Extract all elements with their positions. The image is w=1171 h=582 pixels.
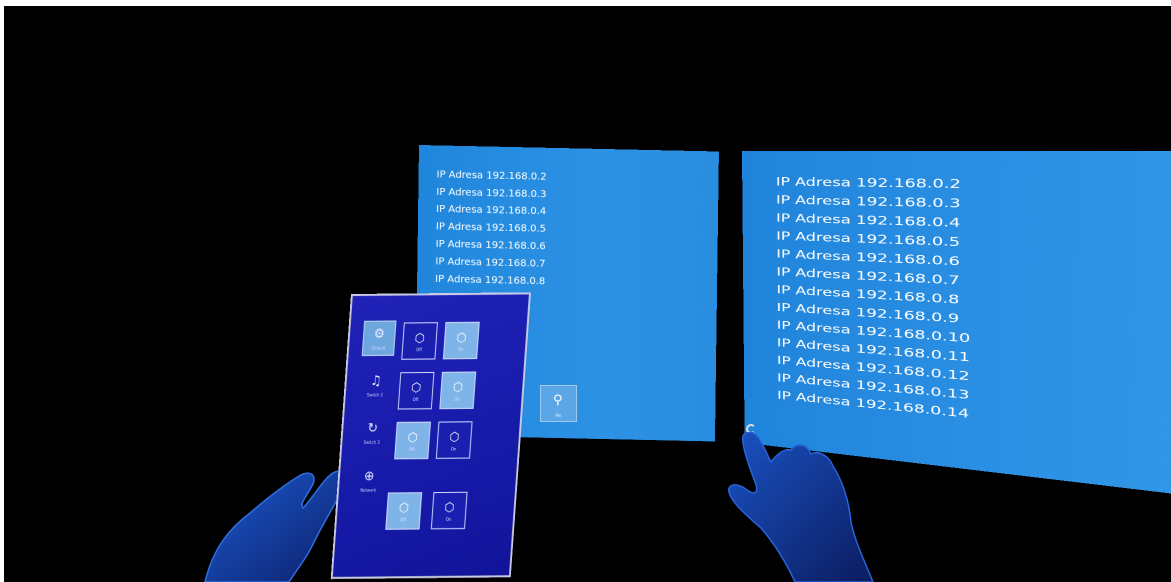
pin-icon: ⚲ xyxy=(553,393,563,408)
toggle-tile-label: Off xyxy=(387,517,420,524)
gear-icon: ⚙ xyxy=(363,322,395,346)
right-hand-icon xyxy=(725,432,885,582)
toggle-tile[interactable]: ⬡ On xyxy=(443,322,480,360)
nav-item-default[interactable]: ⚙ Default xyxy=(362,320,397,356)
toggle-tile-label: Off xyxy=(396,447,429,454)
nav-item-label: Switch 2 xyxy=(359,392,392,399)
toggle-tile[interactable]: ⬡ On xyxy=(436,421,473,459)
toggle-tile[interactable]: ⬡ Off xyxy=(398,372,435,410)
nav-item-label: Default xyxy=(363,345,394,352)
cube-icon: ⬡ xyxy=(438,422,472,446)
window-top-border xyxy=(0,0,1171,6)
toggle-grid: ⬡ Off ⬡ On ⬡ Off ⬡ On ⬡ Off ⬡ On ⬡ Off ⬡ xyxy=(404,321,518,322)
toggle-tile-label: On xyxy=(444,347,477,354)
toggle-tile-label: Off xyxy=(403,347,436,354)
refresh-icon: ↻ xyxy=(356,416,390,440)
pin-button[interactable]: ⚲ Pin xyxy=(540,385,577,422)
nav-item-network[interactable]: ⊕ Network xyxy=(352,464,387,500)
cube-icon: ⬡ xyxy=(445,323,479,347)
ip-list-left: IP Adresa 192.168.0.2 IP Adresa 192.168.… xyxy=(417,166,719,294)
pin-button-label: Pin xyxy=(541,413,576,418)
cube-icon: ⬡ xyxy=(387,493,421,517)
cube-icon: ⬡ xyxy=(433,493,467,517)
window-left-border xyxy=(0,0,4,582)
ip-list-right: IP Adresa 192.168.0.2 IP Adresa 192.168.… xyxy=(742,173,1171,451)
nav-item-switch-3[interactable]: ↻ Switch 3 xyxy=(355,416,390,452)
cube-icon: ⬡ xyxy=(400,373,434,397)
toggle-tile-label: Off xyxy=(399,397,432,404)
cube-icon: ⬡ xyxy=(396,423,430,447)
nav-item-label: Switch 3 xyxy=(355,440,388,447)
cube-icon: ⬡ xyxy=(441,373,475,397)
toggle-tile-label: On xyxy=(437,446,470,453)
toggle-tile[interactable]: ⬡ Off xyxy=(394,422,431,460)
toggle-tile-label: On xyxy=(441,396,474,403)
nav-item-label: Network xyxy=(352,487,385,494)
hand-menu-panel[interactable]: ⚙ Default ♫ Switch 2 ↻ Switch 3 ⊕ Networ… xyxy=(331,292,531,579)
toggle-tile-label: On xyxy=(432,517,465,524)
bell-icon: ♫ xyxy=(359,368,393,392)
cube-icon: ⬡ xyxy=(403,323,437,347)
toggle-tile[interactable]: ⬡ Off xyxy=(401,322,438,360)
globe-icon: ⊕ xyxy=(352,464,386,488)
toggle-tile[interactable]: ⬡ On xyxy=(431,492,468,530)
hand-menu-nav: ⚙ Default ♫ Switch 2 ↻ Switch 3 ⊕ Networ… xyxy=(351,320,401,511)
toggle-tile[interactable]: ⬡ On xyxy=(439,372,476,410)
toggle-tile[interactable]: ⬡ Off xyxy=(385,492,422,530)
nav-item-switch-2[interactable]: ♫ Switch 2 xyxy=(358,368,393,404)
